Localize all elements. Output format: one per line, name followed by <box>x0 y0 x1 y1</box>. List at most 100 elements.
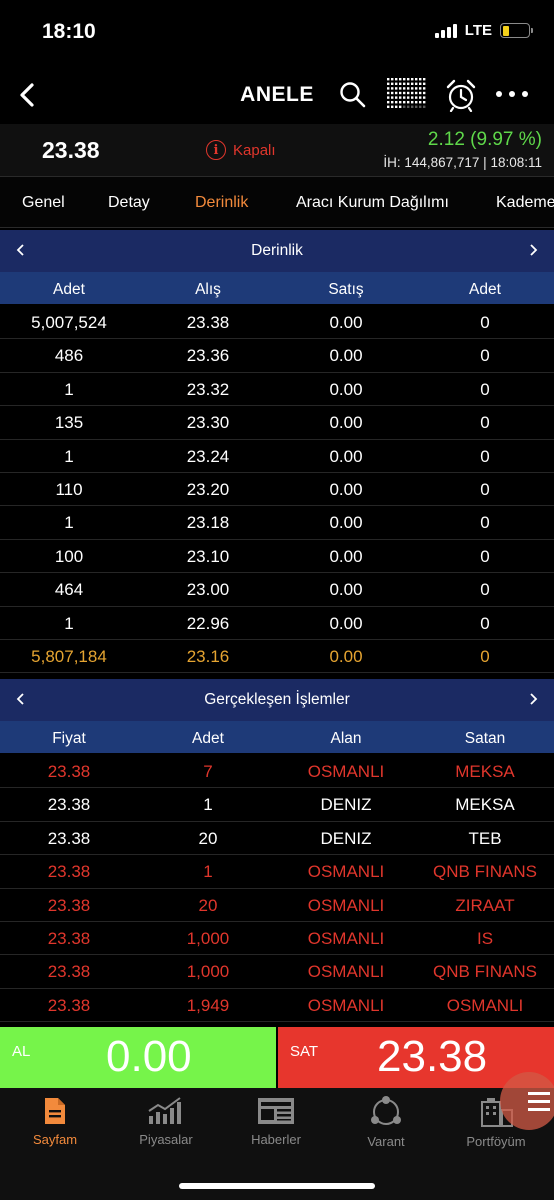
depth-row: 1 22.96 0.00 0 <box>0 607 554 640</box>
tab-genel[interactable]: Genel <box>22 194 65 212</box>
trade-row: 23.38 1,949 OSMANLI OSMANLI <box>0 989 554 1023</box>
depth-column-header: Adet Alış Satış Adet <box>0 272 554 304</box>
chevron-right-icon[interactable] <box>523 687 545 711</box>
depth-cell: 0 <box>480 546 490 566</box>
tabbar-label: Varant <box>367 1134 405 1149</box>
home-indicator <box>179 1183 375 1189</box>
price-change: 2.12 (9.97 %) <box>427 129 542 150</box>
trades-col-adet: Adet <box>192 730 224 747</box>
tab-derinlik[interactable]: Derinlik <box>195 194 248 212</box>
depth-cell: 0 <box>480 379 490 399</box>
depth-cell: 0 <box>480 646 490 666</box>
trades-title: Gerçekleşen İşlemler <box>204 691 350 708</box>
depth-cell: 5,807,184 <box>31 646 107 666</box>
status-time: 18:10 <box>42 20 96 43</box>
sell-price: 23.38 <box>377 1032 488 1081</box>
trade-row: 23.38 1,000 OSMANLI IS <box>0 922 554 956</box>
depth-cell: 0 <box>480 479 490 499</box>
trades-table: 23.38 7 OSMANLI MEKSA 23.38 1 DENIZ MEKSA 23.38 2… <box>0 755 554 1023</box>
network-label: LTE <box>464 22 492 39</box>
tab-detay[interactable]: Detay <box>108 194 150 212</box>
more-icon[interactable] <box>494 86 530 102</box>
tab-kademe[interactable]: Kademe <box>496 194 554 212</box>
chart-icon <box>148 1097 181 1124</box>
depth-cell: 23.36 <box>186 346 230 366</box>
market-status-label: Kapalı <box>233 141 276 159</box>
depth-cell: 0 <box>480 413 490 433</box>
depth-cell: 0 <box>480 346 490 366</box>
trade-cell: 23.38 <box>47 895 91 915</box>
price-bar: 23.38 i Kapalı 2.12 (9.97 %) İH: 144,867… <box>0 124 554 176</box>
trades-col-fiyat: Fiyat <box>52 730 86 747</box>
alarm-icon[interactable] <box>444 78 478 112</box>
chevron-right-icon[interactable] <box>523 238 545 262</box>
depth-header: Derinlik <box>0 230 554 272</box>
dots-grid-icon[interactable] <box>386 76 426 112</box>
depth-title: Derinlik <box>251 242 303 259</box>
trade-cell: 1,949 <box>186 995 230 1015</box>
depth-cell: 0.00 <box>329 646 363 666</box>
depth-row: 1 23.32 0.00 0 <box>0 373 554 407</box>
depth-row: 464 23.00 0.00 0 <box>0 573 554 607</box>
tabbar-label: Haberler <box>251 1132 301 1147</box>
tabbar-sayfam[interactable]: Sayfam <box>5 1096 105 1147</box>
trade-cell: MEKSA <box>455 762 515 781</box>
depth-cell: 0.00 <box>329 313 363 332</box>
trade-cell: OSMANLI <box>307 762 385 781</box>
trade-cell: 20 <box>198 895 218 915</box>
depth-cell: 1 <box>64 379 74 399</box>
depth-cell: 22.96 <box>186 613 230 633</box>
depth-cell: 0.00 <box>329 446 363 466</box>
trade-cell: QNB FINANS <box>433 862 537 882</box>
depth-table: 5,007,524 23.38 0.00 0 486 23.36 0.00 0 1 23.32 0.… <box>0 306 554 674</box>
depth-row: 5,807,184 23.16 0.00 0 <box>0 640 554 674</box>
tabbar-varant[interactable]: Varant <box>336 1096 436 1149</box>
depth-cell: 5,007,524 <box>31 313 107 332</box>
tab-araci-kurum-dagilimi[interactable]: Aracı Kurum Dağılımı <box>296 194 449 212</box>
signal-icon <box>434 23 457 38</box>
trade-cell: 23.38 <box>47 828 91 848</box>
tabbar-piyasalar[interactable]: Piyasalar <box>116 1096 216 1147</box>
depth-cell: 0 <box>480 613 490 633</box>
trade-row: 23.38 1 DENIZ MEKSA <box>0 788 554 822</box>
trade-cell: 23.38 <box>47 995 91 1015</box>
trade-row: 23.38 1,000 OSMANLI QNB FINANS <box>0 955 554 989</box>
trade-cell: DENIZ <box>320 828 372 848</box>
depth-cell: 23.32 <box>186 379 230 399</box>
sell-label: SAT <box>290 1043 319 1060</box>
depth-row: 100 23.10 0.00 0 <box>0 540 554 574</box>
search-icon[interactable] <box>338 80 368 110</box>
tabbar-label: Sayfam <box>32 1132 78 1147</box>
symbol-label: ANELE <box>240 83 314 106</box>
trade-cell: 23.38 <box>47 862 91 882</box>
trade-row: 23.38 7 OSMANLI MEKSA <box>0 755 554 789</box>
trade-cell: 1 <box>203 795 213 815</box>
trade-cell: MEKSA <box>455 795 515 815</box>
buy-label: AL <box>12 1043 31 1060</box>
trade-cell: IS <box>476 928 494 948</box>
depth-row: 1 23.24 0.00 0 <box>0 440 554 473</box>
trades-header: Gerçekleşen İşlemler <box>0 679 554 721</box>
trade-cell: 23.38 <box>47 928 91 948</box>
trade-cell: OSMANLI <box>307 895 385 915</box>
volume-time: İH: 144,867,717 | 18:08:11 <box>383 155 542 170</box>
trades-col-satan: Satan <box>464 730 506 747</box>
menu-icon <box>528 1092 550 1111</box>
battery-icon <box>500 23 533 38</box>
trade-cell: 1,000 <box>186 962 230 982</box>
trade-cell: 1,000 <box>186 928 230 948</box>
depth-cell: 0 <box>480 313 490 332</box>
buy-button[interactable]: AL 0.00 <box>0 1027 276 1088</box>
depth-cell: 23.30 <box>186 413 230 433</box>
trade-cell: OSMANLI <box>307 928 385 948</box>
depth-col-adet-buy: Adet <box>53 281 85 298</box>
depth-cell: 0 <box>480 580 490 600</box>
depth-cell: 0.00 <box>329 379 363 399</box>
trade-cell: 23.38 <box>47 795 91 815</box>
trade-cell: ZIRAAT <box>455 895 515 915</box>
tabbar-label: Piyasalar <box>139 1132 193 1147</box>
depth-row: 135 23.30 0.00 0 <box>0 406 554 440</box>
depth-cell: 0.00 <box>329 546 363 566</box>
floating-menu-button[interactable] <box>500 1072 554 1130</box>
tabbar-haberler[interactable]: Haberler <box>226 1096 326 1147</box>
